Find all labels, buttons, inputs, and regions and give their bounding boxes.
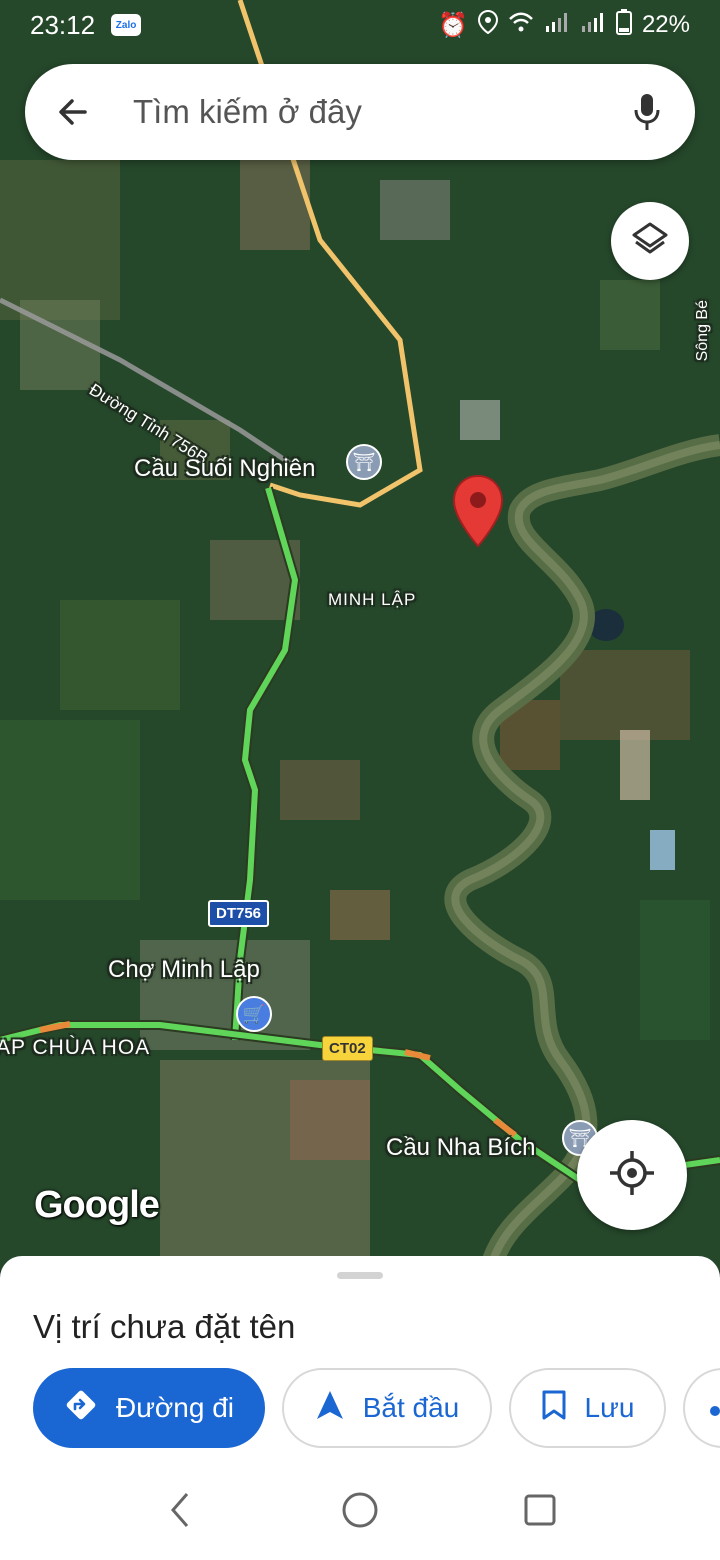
place-title: Vị trí chưa đặt tên (33, 1308, 296, 1345)
clock: 23:12 (30, 9, 96, 40)
status-icons: ⏰ 22% (438, 8, 690, 42)
shield-dt756: DT756 (208, 900, 270, 927)
battery-icon (615, 8, 632, 42)
start-navigation-button[interactable]: Bắt đầu (282, 1368, 492, 1448)
signal-icon (580, 11, 606, 40)
dropped-pin-icon[interactable] (452, 474, 504, 548)
satellite-map[interactable]: Sông Bé Đường Tỉnh 756B Cầu Suối Nghiên … (0, 0, 720, 1270)
directions-label: Đường đi (115, 1392, 235, 1423)
label-ap-chua-hoa: AP CHÙA HOA (0, 1036, 151, 1059)
map-terrain (0, 0, 720, 1270)
drag-handle[interactable] (337, 1272, 383, 1279)
shopping-cart-poi-icon[interactable]: 🛒 (236, 996, 272, 1040)
directions-button[interactable]: Đường đi (33, 1368, 265, 1448)
arrow-left-icon[interactable] (53, 92, 93, 132)
label-minh-lap: MINH LẬP (328, 590, 417, 609)
system-nav-bar (0, 1470, 720, 1560)
shield-ct02: CT02 (322, 1036, 373, 1061)
nav-back-icon[interactable] (158, 1488, 202, 1532)
google-logo: Google (34, 1184, 160, 1226)
label-cau-nha-bich[interactable]: Cầu Nha Bích (386, 1134, 535, 1162)
my-location-icon (608, 1149, 656, 1202)
mic-icon[interactable] (627, 92, 667, 132)
start-label: Bắt đầu (362, 1392, 460, 1423)
bridge-poi-icon[interactable]: ⛩ (346, 444, 382, 488)
nav-recent-icon[interactable] (518, 1488, 562, 1532)
save-label: Lưu (584, 1392, 635, 1423)
directions-icon (64, 1388, 98, 1429)
location-icon (477, 9, 498, 41)
save-button[interactable]: Lưu (509, 1368, 666, 1448)
more-icon (709, 1392, 720, 1424)
maps-app: Sông Bé Đường Tỉnh 756B Cầu Suối Nghiên … (0, 0, 720, 1560)
wifi-icon (508, 11, 534, 40)
layers-icon (630, 219, 670, 264)
more-actions-button[interactable] (683, 1368, 720, 1448)
label-song-be: Sông Bé (694, 300, 711, 362)
label-cho-minh-lap[interactable]: Chợ Minh Lập (108, 956, 260, 984)
search-bar[interactable]: Tìm kiếm ở đây (25, 64, 695, 160)
search-input[interactable]: Tìm kiếm ở đây (133, 93, 627, 131)
signal-icon (544, 11, 570, 40)
my-location-button[interactable] (577, 1120, 687, 1230)
label-cau-suoi-nghien[interactable]: Cầu Suối Nghiên (134, 455, 315, 483)
zalo-notification-icon: Zalo (111, 14, 142, 36)
layers-button[interactable] (611, 202, 689, 280)
status-bar: 23:12 Zalo ⏰ 22% (0, 0, 720, 50)
navigation-arrow-icon (315, 1389, 345, 1428)
alarm-icon: ⏰ (438, 11, 468, 39)
nav-home-icon[interactable] (338, 1488, 382, 1532)
bookmark-icon (541, 1389, 567, 1428)
battery-level: 22% (641, 11, 690, 38)
